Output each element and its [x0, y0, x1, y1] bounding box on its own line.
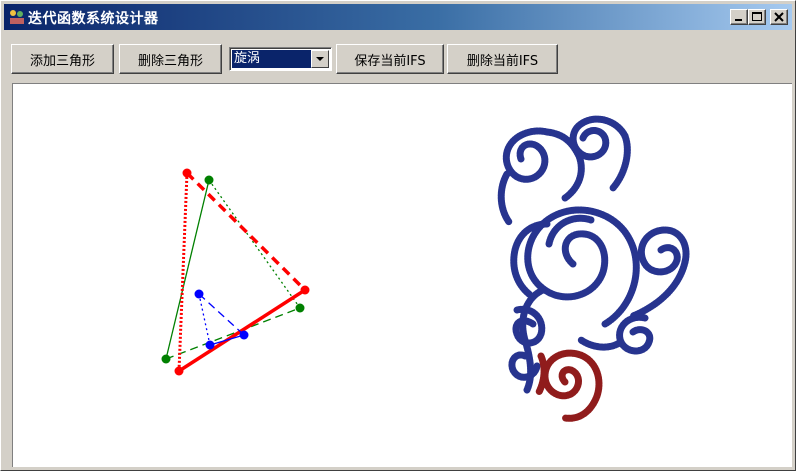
fractal-preview — [497, 115, 690, 422]
red-vertex-handle[interactable] — [300, 285, 310, 295]
spiral-fractal — [497, 115, 690, 394]
toolbar: 添加三角形 删除三角形 旋涡 保存当前IFS 删除当前IFS — [4, 32, 792, 80]
green-vertex-handle[interactable] — [295, 303, 305, 313]
add-triangle-button[interactable]: 添加三角形 — [11, 44, 114, 74]
delete-ifs-button[interactable]: 删除当前IFS — [447, 44, 558, 74]
red-vertex-handle[interactable] — [174, 366, 184, 376]
blue-triangle-edge — [198, 293, 245, 336]
red-vertex-handle[interactable] — [182, 168, 192, 178]
dropdown-arrow-button[interactable] — [311, 50, 329, 68]
green-vertex-handle[interactable] — [204, 175, 214, 185]
ifs-select[interactable]: 旋涡 — [229, 47, 332, 71]
green-triangle-edge — [165, 179, 210, 360]
blue-triangle-edge — [198, 293, 211, 346]
dropdown-arrow-icon — [316, 57, 324, 61]
save-ifs-button[interactable]: 保存当前IFS — [336, 44, 444, 74]
minimize-icon — [735, 19, 742, 21]
window-title: 迭代函数系统设计器 — [28, 11, 159, 27]
minimize-button[interactable] — [730, 9, 748, 25]
blue-vertex-handle[interactable] — [205, 340, 215, 350]
maximize-button[interactable] — [748, 9, 766, 25]
design-canvas[interactable] — [12, 83, 792, 467]
blue-vertex-handle[interactable] — [194, 289, 204, 299]
blue-vertex-handle[interactable] — [239, 330, 249, 340]
triangle-editor[interactable] — [161, 168, 310, 376]
green-triangle-edge — [165, 307, 301, 360]
ifs-select-value: 旋涡 — [232, 50, 311, 68]
close-icon — [774, 12, 784, 22]
red-triangle-edge — [177, 172, 189, 372]
app-window: 迭代函数系统设计器 添加三角形 删除三角形 旋涡 保存当前IFS 删除当前IFS — [0, 0, 796, 471]
green-vertex-handle[interactable] — [161, 354, 171, 364]
title-bar[interactable]: 迭代函数系统设计器 — [4, 4, 792, 30]
small-spiral-fractal — [535, 349, 603, 422]
red-triangle-edge — [178, 288, 306, 373]
maximize-icon — [752, 12, 762, 21]
green-triangle-edge — [208, 179, 301, 309]
close-button[interactable] — [770, 9, 788, 25]
delete-triangle-button[interactable]: 删除三角形 — [119, 44, 222, 74]
red-triangle-edge — [185, 171, 307, 292]
app-icon — [10, 10, 24, 24]
